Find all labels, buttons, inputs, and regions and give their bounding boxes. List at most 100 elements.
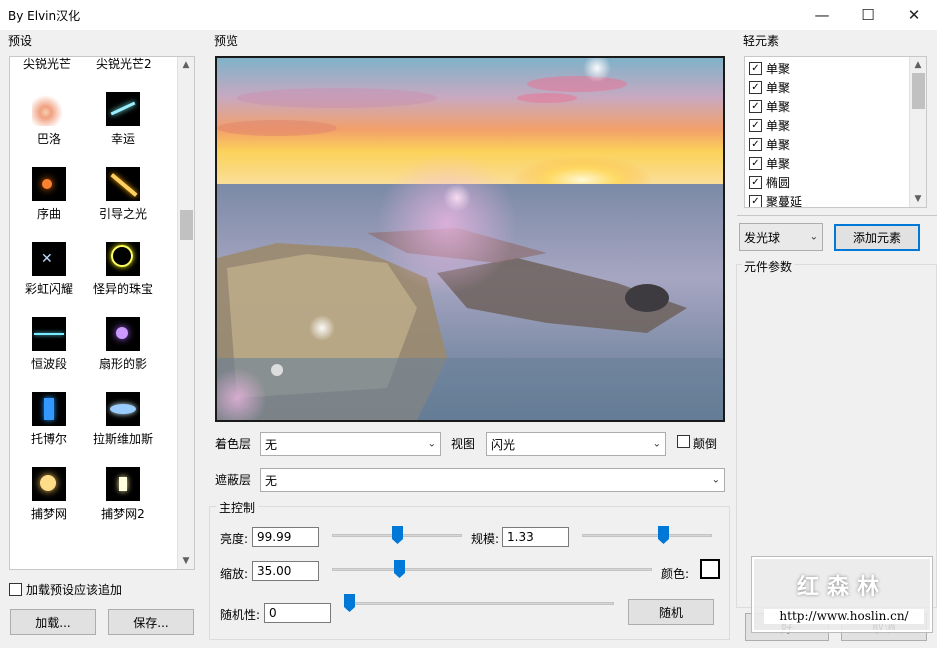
- divider: [737, 215, 937, 216]
- preset-label: 巴洛: [36, 132, 61, 146]
- preset-item[interactable]: 捕梦网2: [88, 467, 158, 522]
- preview-image[interactable]: [215, 56, 725, 422]
- element-label: 单聚: [766, 100, 791, 114]
- preset-partial-1[interactable]: 尖锐光芒: [23, 57, 71, 72]
- mask-layer-value: 无: [265, 473, 278, 488]
- element-checkbox[interactable]: ✓: [749, 62, 762, 75]
- preset-item[interactable]: 扇形的影: [88, 317, 158, 372]
- chevron-down-icon: ⌄: [652, 438, 661, 450]
- watermark: 红森林 http://www.hoslin.cn/: [752, 557, 932, 632]
- preset-item[interactable]: 引导之光: [88, 167, 158, 222]
- scroll-thumb[interactable]: [912, 73, 925, 109]
- close-button[interactable]: ✕: [891, 0, 937, 30]
- element-list-item[interactable]: ✓ 单聚: [745, 59, 909, 78]
- element-list-item[interactable]: ✓ 椭圆: [745, 173, 909, 192]
- preset-label: 序曲: [36, 207, 61, 221]
- view-select[interactable]: 闪光 ⌄: [486, 432, 666, 456]
- random-slider[interactable]: [344, 594, 614, 614]
- preset-label: 彩虹闪耀: [24, 282, 73, 296]
- preset-item[interactable]: ✕ 彩虹闪耀: [14, 242, 84, 297]
- brightness-input[interactable]: 99.99: [252, 527, 319, 547]
- preset-item[interactable]: 恒波段: [14, 317, 84, 372]
- save-button[interactable]: 保存...: [108, 609, 194, 635]
- flare-dream-icon: [32, 467, 66, 501]
- element-list-item[interactable]: ✓ 单聚: [745, 97, 909, 116]
- scroll-up-icon[interactable]: ▲: [910, 57, 926, 73]
- add-element-button[interactable]: 添加元素: [834, 224, 920, 251]
- zoom-label: 缩放:: [220, 567, 249, 581]
- element-list-item[interactable]: ✓ 单聚: [745, 154, 909, 173]
- color-label: 颜色:: [661, 567, 690, 581]
- append-preset-checkbox[interactable]: [9, 583, 22, 596]
- color-layer-select[interactable]: 无 ⌄: [260, 432, 441, 456]
- invert-checkbox[interactable]: [677, 435, 690, 448]
- element-checkbox[interactable]: ✓: [749, 119, 762, 132]
- preset-label: 引导之光: [98, 207, 147, 221]
- color-swatch[interactable]: [700, 559, 720, 579]
- element-checkbox[interactable]: ✓: [749, 157, 762, 170]
- element-checkbox[interactable]: ✓: [749, 195, 762, 207]
- maximize-button[interactable]: ☐: [845, 0, 891, 30]
- scroll-up-icon[interactable]: ▲: [178, 57, 194, 73]
- presets-scrollbar[interactable]: ▲ ▼: [177, 57, 194, 569]
- preset-partial-2[interactable]: 尖锐光芒2: [96, 57, 152, 72]
- random-input[interactable]: 0: [264, 603, 331, 623]
- color-layer-label: 着色层: [215, 437, 252, 451]
- preset-label: 捕梦网2: [101, 507, 145, 521]
- element-checkbox[interactable]: ✓: [749, 100, 762, 113]
- load-button[interactable]: 加载...: [10, 609, 96, 635]
- mask-layer-select[interactable]: 无 ⌄: [260, 468, 725, 492]
- zoom-input[interactable]: 35.00: [252, 561, 319, 581]
- element-list-item[interactable]: ✓ 单聚: [745, 116, 909, 135]
- element-list-item[interactable]: ✓ 单聚: [745, 78, 909, 97]
- random-slider-thumb[interactable]: [344, 594, 355, 612]
- presets-list[interactable]: 尖锐光芒 尖锐光芒2 巴洛 幸运序曲 引导之光 ✕ 彩虹闪耀 怪异的珠宝 恒波段 扇形的影托博…: [9, 56, 195, 570]
- preset-item[interactable]: 拉斯维加斯: [88, 392, 158, 447]
- title-bar: By Elvin汉化 — ☐ ✕: [0, 0, 937, 30]
- elements-scrollbar[interactable]: ▲ ▼: [909, 57, 926, 207]
- preset-item[interactable]: 幸运: [88, 92, 158, 147]
- element-checkbox[interactable]: ✓: [749, 81, 762, 94]
- random-label: 随机性:: [220, 608, 261, 622]
- mask-layer-label: 遮蔽层: [215, 473, 252, 487]
- scroll-down-icon[interactable]: ▼: [910, 191, 926, 207]
- invert-label: 颠倒: [693, 437, 718, 451]
- element-checkbox[interactable]: ✓: [749, 138, 762, 151]
- brightness-label: 亮度:: [220, 532, 249, 546]
- scale-slider-thumb[interactable]: [658, 526, 669, 544]
- element-list-item[interactable]: ✓ 聚蔓延: [745, 192, 909, 207]
- preset-item[interactable]: 巴洛: [14, 92, 84, 147]
- brightness-slider-thumb[interactable]: [392, 526, 403, 544]
- element-list-item[interactable]: ✓ 单聚: [745, 135, 909, 154]
- append-preset-label: 加载预设应该追加: [26, 583, 123, 597]
- element-label: 椭圆: [766, 176, 791, 190]
- brightness-slider[interactable]: [332, 526, 462, 546]
- flare-ring-icon: [106, 242, 140, 276]
- preset-item[interactable]: 托博尔: [14, 392, 84, 447]
- flare-blur-icon: [32, 92, 66, 126]
- scale-slider[interactable]: [582, 526, 712, 546]
- zoom-slider-thumb[interactable]: [394, 560, 405, 578]
- preview-label: 预览: [214, 34, 239, 48]
- flare-dream2-icon: [106, 467, 140, 501]
- preset-item[interactable]: 捕梦网: [14, 467, 84, 522]
- view-label: 视图: [451, 437, 476, 451]
- flare-gold-icon: [106, 167, 140, 201]
- view-value: 闪光: [491, 437, 516, 452]
- element-label: 单聚: [766, 62, 791, 76]
- minimize-button[interactable]: —: [799, 0, 845, 30]
- preset-item[interactable]: 怪异的珠宝: [88, 242, 158, 297]
- component-params-label: 元件参数: [742, 258, 795, 275]
- random-button[interactable]: 随机: [628, 599, 714, 625]
- element-type-select[interactable]: 发光球 ⌄: [739, 223, 823, 251]
- chevron-down-icon: ⌄: [711, 474, 720, 486]
- scroll-down-icon[interactable]: ▼: [178, 553, 194, 569]
- preset-item[interactable]: 序曲: [14, 167, 84, 222]
- preset-label: 扇形的影: [98, 357, 147, 371]
- scale-input[interactable]: 1.33: [502, 527, 569, 547]
- zoom-slider[interactable]: [332, 560, 652, 580]
- scroll-thumb[interactable]: [180, 210, 193, 240]
- element-label: 单聚: [766, 81, 791, 95]
- elements-list[interactable]: ✓ 单聚 ✓ 单聚 ✓ 单聚 ✓ 单聚 ✓ 单聚 ✓ 单聚 ✓ 椭圆 ✓ 聚蔓延 ▲ ▼: [744, 56, 927, 208]
- element-checkbox[interactable]: ✓: [749, 176, 762, 189]
